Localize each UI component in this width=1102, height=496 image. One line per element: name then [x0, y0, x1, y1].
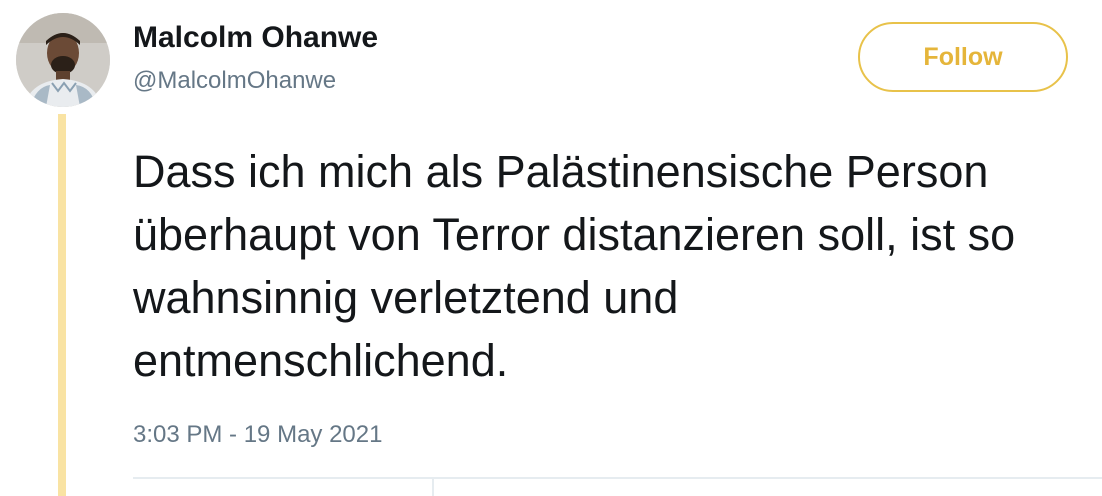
author-handle[interactable]: @MalcolmOhanwe — [133, 66, 336, 96]
avatar[interactable] — [16, 13, 110, 107]
divider — [133, 477, 1102, 479]
author-display-name[interactable]: Malcolm Ohanwe — [133, 20, 378, 56]
tweet-text: Dass ich mich als Palästinensische Perso… — [133, 146, 1016, 386]
avatar-image — [16, 13, 110, 107]
follow-button[interactable]: Follow — [858, 22, 1068, 92]
action-bar-separator — [432, 479, 434, 496]
tweet-timestamp[interactable]: 3:03 PM - 19 May 2021 — [133, 420, 382, 450]
thread-line — [58, 114, 66, 496]
